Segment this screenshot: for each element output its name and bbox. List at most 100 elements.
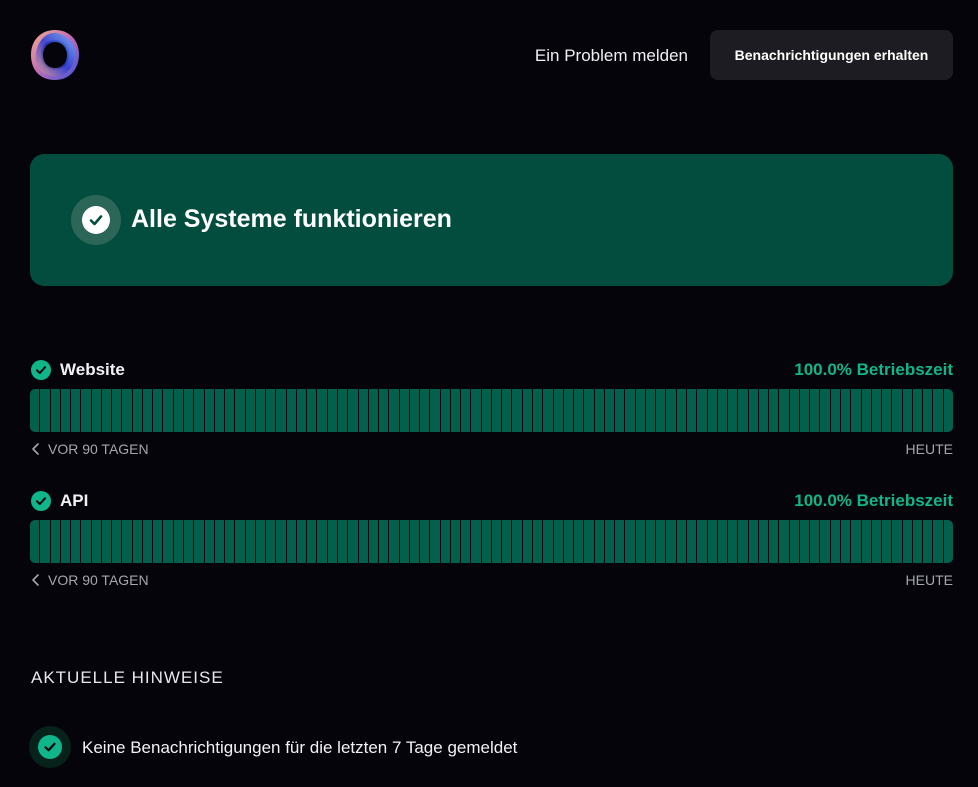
uptime-day-bar[interactable] (71, 520, 81, 563)
uptime-day-bar[interactable] (522, 520, 533, 563)
uptime-day-bar[interactable] (851, 520, 861, 563)
uptime-day-bar[interactable] (399, 520, 409, 563)
uptime-day-bar[interactable] (769, 520, 779, 563)
uptime-day-bar[interactable] (245, 520, 255, 563)
uptime-day-bar[interactable] (142, 520, 153, 563)
uptime-day-bar[interactable] (892, 520, 902, 563)
uptime-day-bar[interactable] (625, 520, 635, 563)
uptime-day-bar[interactable] (255, 389, 266, 432)
uptime-day-bar[interactable] (871, 389, 882, 432)
uptime-day-bar[interactable] (409, 520, 420, 563)
uptime-day-bar[interactable] (101, 520, 112, 563)
uptime-day-bar[interactable] (707, 520, 717, 563)
uptime-day-bar[interactable] (820, 520, 830, 563)
uptime-day-bar[interactable] (91, 520, 101, 563)
uptime-day-bar[interactable] (183, 520, 194, 563)
uptime-day-bar[interactable] (779, 389, 789, 432)
uptime-day-bar[interactable] (789, 520, 799, 563)
uptime-day-bar[interactable] (717, 520, 728, 563)
uptime-day-bar[interactable] (440, 520, 450, 563)
uptime-day-bar[interactable] (902, 389, 912, 432)
uptime-day-bar[interactable] (204, 389, 214, 432)
uptime-day-bar[interactable] (563, 389, 574, 432)
uptime-day-bar[interactable] (491, 389, 502, 432)
uptime-day-bar[interactable] (337, 389, 348, 432)
uptime-day-bar[interactable] (461, 520, 471, 563)
uptime-day-bar[interactable] (163, 520, 173, 563)
uptime-day-bar[interactable] (91, 389, 101, 432)
uptime-day-bar[interactable] (882, 520, 892, 563)
uptime-day-bar[interactable] (943, 389, 953, 432)
uptime-day-bar[interactable] (533, 389, 543, 432)
uptime-day-bar[interactable] (122, 520, 132, 563)
uptime-day-bar[interactable] (707, 389, 717, 432)
uptime-day-bar[interactable] (666, 520, 676, 563)
uptime-day-bar[interactable] (71, 389, 81, 432)
uptime-day-bar[interactable] (748, 389, 758, 432)
uptime-day-bar[interactable] (420, 520, 430, 563)
uptime-day-bar[interactable] (40, 389, 50, 432)
uptime-day-bar[interactable] (204, 520, 214, 563)
uptime-day-bar[interactable] (122, 389, 132, 432)
uptime-day-bar[interactable] (153, 520, 163, 563)
uptime-day-bar[interactable] (481, 520, 491, 563)
uptime-day-bar[interactable] (225, 520, 235, 563)
uptime-day-bar[interactable] (502, 389, 512, 432)
uptime-day-bar[interactable] (656, 520, 666, 563)
uptime-day-bar[interactable] (327, 520, 337, 563)
uptime-day-bar[interactable] (738, 520, 748, 563)
uptime-day-bar[interactable] (933, 520, 943, 563)
uptime-day-bar[interactable] (112, 389, 122, 432)
report-problem-link[interactable]: Ein Problem melden (535, 46, 688, 66)
uptime-day-bar[interactable] (902, 520, 912, 563)
uptime-day-bar[interactable] (840, 389, 851, 432)
uptime-day-bar[interactable] (409, 389, 420, 432)
uptime-day-bar[interactable] (266, 389, 276, 432)
uptime-day-bar[interactable] (830, 520, 840, 563)
uptime-day-bar[interactable] (420, 389, 430, 432)
uptime-day-bar[interactable] (882, 389, 892, 432)
uptime-day-bar[interactable] (615, 520, 625, 563)
uptime-day-bar[interactable] (830, 389, 840, 432)
uptime-day-bar[interactable] (574, 389, 584, 432)
uptime-day-bar[interactable] (799, 389, 810, 432)
uptime-day-bar[interactable] (851, 389, 861, 432)
uptime-day-bar[interactable] (912, 520, 923, 563)
uptime-day-bar[interactable] (892, 389, 902, 432)
uptime-day-bar[interactable] (810, 389, 820, 432)
uptime-day-bar[interactable] (81, 520, 91, 563)
uptime-day-bar[interactable] (307, 389, 317, 432)
uptime-day-bar[interactable] (132, 389, 142, 432)
uptime-day-bar[interactable] (697, 389, 707, 432)
uptime-day-bar[interactable] (358, 389, 368, 432)
uptime-day-bar[interactable] (266, 520, 276, 563)
uptime-day-bar[interactable] (368, 389, 379, 432)
uptime-day-bar[interactable] (738, 389, 748, 432)
uptime-day-bar[interactable] (553, 520, 563, 563)
uptime-day-bar[interactable] (276, 520, 286, 563)
uptime-day-bar[interactable] (101, 389, 112, 432)
uptime-day-bar[interactable] (758, 389, 769, 432)
uptime-day-bar[interactable] (214, 389, 225, 432)
uptime-day-bar[interactable] (317, 520, 327, 563)
uptime-day-bar[interactable] (50, 520, 60, 563)
uptime-day-bar[interactable] (399, 389, 409, 432)
uptime-day-bar[interactable] (604, 520, 615, 563)
uptime-day-bar[interactable] (861, 520, 871, 563)
uptime-day-bar[interactable] (584, 520, 594, 563)
uptime-day-bar[interactable] (594, 520, 604, 563)
uptime-day-bar[interactable] (307, 520, 317, 563)
uptime-day-bar[interactable] (214, 520, 225, 563)
uptime-day-bar[interactable] (358, 520, 368, 563)
uptime-day-bar[interactable] (656, 389, 666, 432)
uptime-day-bar[interactable] (512, 520, 522, 563)
uptime-day-bar[interactable] (943, 520, 953, 563)
uptime-day-bar[interactable] (327, 389, 337, 432)
uptime-day-bar[interactable] (933, 389, 943, 432)
uptime-day-bar[interactable] (112, 520, 122, 563)
uptime-day-bar[interactable] (625, 389, 635, 432)
uptime-day-bar[interactable] (635, 520, 645, 563)
uptime-day-bar[interactable] (645, 389, 656, 432)
uptime-day-bar[interactable] (769, 389, 779, 432)
uptime-day-bar[interactable] (337, 520, 348, 563)
